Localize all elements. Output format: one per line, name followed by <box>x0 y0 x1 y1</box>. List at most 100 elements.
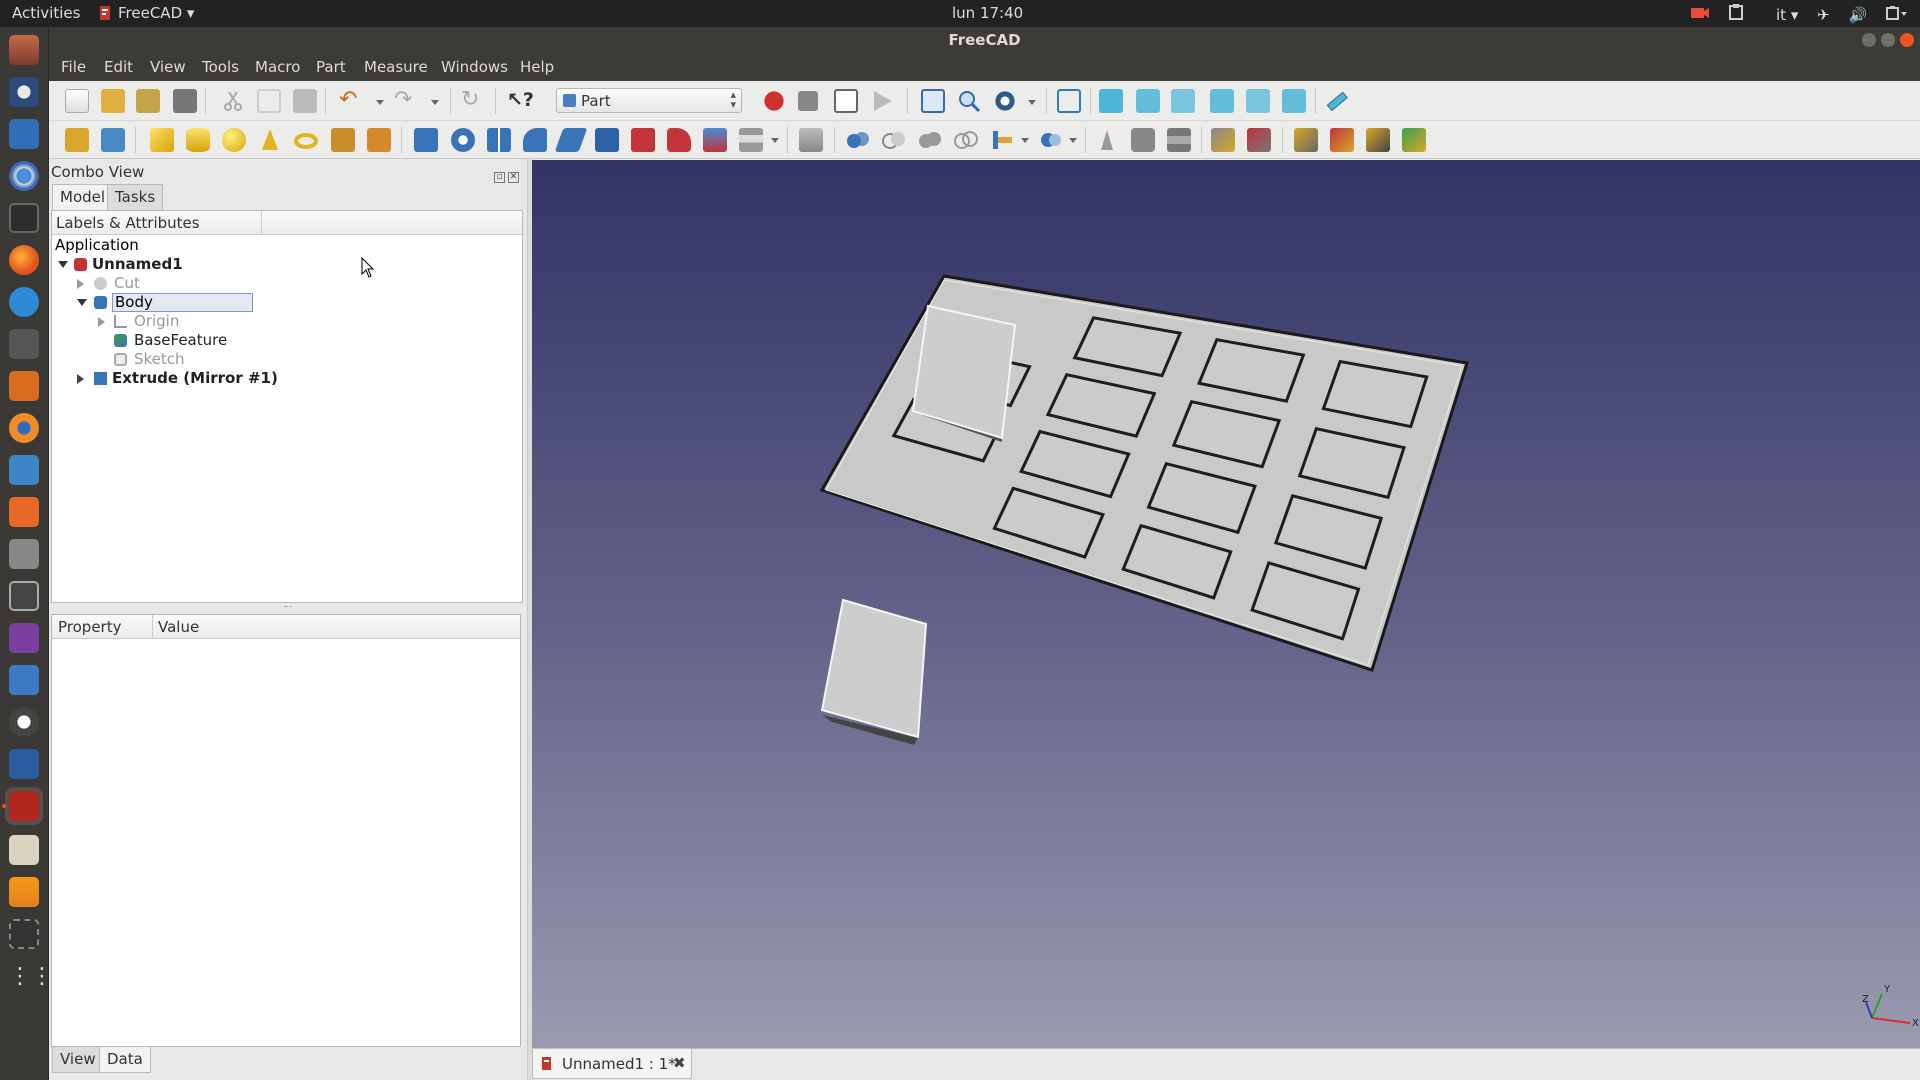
expand-arrow-icon[interactable] <box>77 299 87 306</box>
extrude-icon[interactable] <box>414 128 438 152</box>
section-dropdown-icon[interactable] <box>771 138 779 143</box>
chamfer-icon[interactable] <box>554 128 588 152</box>
keyboard-layout[interactable]: it ▾ <box>1762 6 1798 24</box>
boolean-icon[interactable] <box>846 128 870 152</box>
menu-help[interactable]: Help <box>520 58 554 76</box>
torus-icon[interactable] <box>294 128 318 152</box>
loft-icon[interactable] <box>667 128 691 152</box>
status-indicators[interactable]: it ▾ ✈ 🔊 <box>1676 4 1908 24</box>
split-icon[interactable] <box>1039 128 1063 152</box>
fillet-icon[interactable] <box>523 128 547 152</box>
attachment-editor-icon[interactable] <box>1294 128 1318 152</box>
record-macro-icon[interactable] <box>762 89 786 113</box>
float-icon[interactable]: ▫ <box>494 172 505 183</box>
chromium-icon[interactable] <box>9 161 39 191</box>
create-primitives-icon[interactable] <box>331 128 355 152</box>
tree-column-header[interactable]: Labels & Attributes <box>52 211 262 235</box>
software-center-icon[interactable] <box>9 497 39 527</box>
tree-item-sketch[interactable]: Sketch <box>52 350 352 369</box>
clock[interactable]: lun 17:40 <box>952 4 1023 22</box>
expand-arrow-icon[interactable] <box>58 261 68 268</box>
menu-edit[interactable]: Edit <box>104 58 133 76</box>
blender-icon[interactable] <box>9 413 39 443</box>
menu-file[interactable]: File <box>61 58 86 76</box>
menu-macro[interactable]: Macro <box>255 58 300 76</box>
measure-distance-icon[interactable] <box>1325 89 1349 113</box>
fit-selection-icon[interactable] <box>957 89 981 113</box>
tab-model[interactable]: Model <box>52 184 114 210</box>
maximize-icon[interactable] <box>1881 33 1895 47</box>
minimize-icon[interactable] <box>1862 33 1876 47</box>
cylinder-icon[interactable] <box>186 128 210 152</box>
collapse-arrow-icon[interactable] <box>98 317 105 327</box>
vlc-icon[interactable] <box>9 877 39 907</box>
stylus-app-icon[interactable] <box>9 287 39 317</box>
installer-icon[interactable] <box>9 455 39 485</box>
draw-style-icon[interactable] <box>993 89 1017 113</box>
3d-viewport[interactable]: X Y Z <box>532 160 1920 1048</box>
close-icon[interactable] <box>1900 33 1914 47</box>
new-document-icon[interactable] <box>65 89 89 113</box>
view-front-icon[interactable] <box>1099 89 1123 113</box>
tree-item-origin[interactable]: Origin <box>52 312 352 331</box>
cone-icon[interactable] <box>258 128 282 152</box>
common-icon[interactable] <box>954 128 978 152</box>
view-rear-icon[interactable] <box>1210 89 1234 113</box>
cut-boolean-icon[interactable] <box>882 128 906 152</box>
show-apps-icon[interactable]: ⋮⋮ <box>9 964 53 994</box>
join-features-dropdown-icon[interactable] <box>1021 138 1029 143</box>
shape-from-mesh-icon[interactable] <box>1131 128 1155 152</box>
close-icon[interactable]: ✕ <box>508 172 519 183</box>
sphere-icon[interactable] <box>222 128 246 152</box>
document-tab[interactable]: Unnamed1 : 1* ✖ <box>532 1049 692 1079</box>
view-left-icon[interactable] <box>1282 89 1306 113</box>
edit-macro-icon[interactable] <box>834 89 858 113</box>
collapse-arrow-icon[interactable] <box>77 374 84 384</box>
panel-splitter[interactable] <box>284 606 292 609</box>
explode-compound-icon[interactable] <box>1167 128 1191 152</box>
workbench-selector[interactable]: Part ▴ ▾ <box>556 88 742 113</box>
files-app-icon[interactable] <box>9 35 39 65</box>
gimp-icon[interactable] <box>9 329 39 359</box>
menu-measure[interactable]: Measure <box>364 58 428 76</box>
save-icon[interactable] <box>136 89 160 113</box>
close-icon[interactable]: ✖ <box>673 1054 686 1072</box>
value-column-header[interactable]: Value <box>158 618 199 636</box>
copy-icon[interactable] <box>257 89 281 113</box>
ruled-surface-icon[interactable] <box>631 128 655 152</box>
open-icon[interactable] <box>101 89 125 113</box>
settings-icon[interactable] <box>9 539 39 569</box>
revolve-icon[interactable] <box>451 128 475 152</box>
camera-icon[interactable] <box>1690 6 1710 24</box>
redo-dropdown-icon[interactable] <box>431 100 439 105</box>
video-editor-icon[interactable] <box>9 919 39 949</box>
collapse-arrow-icon[interactable] <box>77 279 84 289</box>
firefox-icon[interactable] <box>9 245 39 275</box>
fuse-icon[interactable] <box>918 128 942 152</box>
volume-icon[interactable]: 🔊 <box>1849 6 1868 24</box>
measure-linear-icon[interactable] <box>1330 128 1354 152</box>
video-app-icon[interactable] <box>9 623 39 653</box>
view-right-icon[interactable] <box>1171 89 1195 113</box>
tree-item-basefeature[interactable]: BaseFeature <box>52 331 352 350</box>
property-column-header[interactable]: Property <box>58 618 121 636</box>
clipboard-icon[interactable] <box>1729 4 1744 24</box>
freecad-dock-icon[interactable] <box>9 791 39 821</box>
remote-desktop-icon[interactable] <box>9 665 39 695</box>
compound-icon[interactable] <box>1095 128 1119 152</box>
camera-app-icon[interactable] <box>9 581 39 611</box>
undo-icon[interactable]: ↶ <box>339 89 363 113</box>
shape-builder-icon[interactable] <box>367 128 391 152</box>
terminal-icon[interactable] <box>9 203 39 233</box>
raised-block-bottom[interactable] <box>820 598 928 745</box>
mirror-icon[interactable] <box>487 128 511 152</box>
tab-tasks[interactable]: Tasks <box>107 184 164 210</box>
cube-icon[interactable] <box>150 128 174 152</box>
cut-icon[interactable] <box>221 89 245 113</box>
split-dropdown-icon[interactable] <box>1069 138 1077 143</box>
diagram-app-icon[interactable] <box>9 371 39 401</box>
draw-style-dropdown-icon[interactable] <box>1028 100 1036 105</box>
activities-button[interactable]: Activities <box>12 4 80 22</box>
view-top-icon[interactable] <box>1136 89 1160 113</box>
create-part-icon[interactable] <box>65 128 89 152</box>
